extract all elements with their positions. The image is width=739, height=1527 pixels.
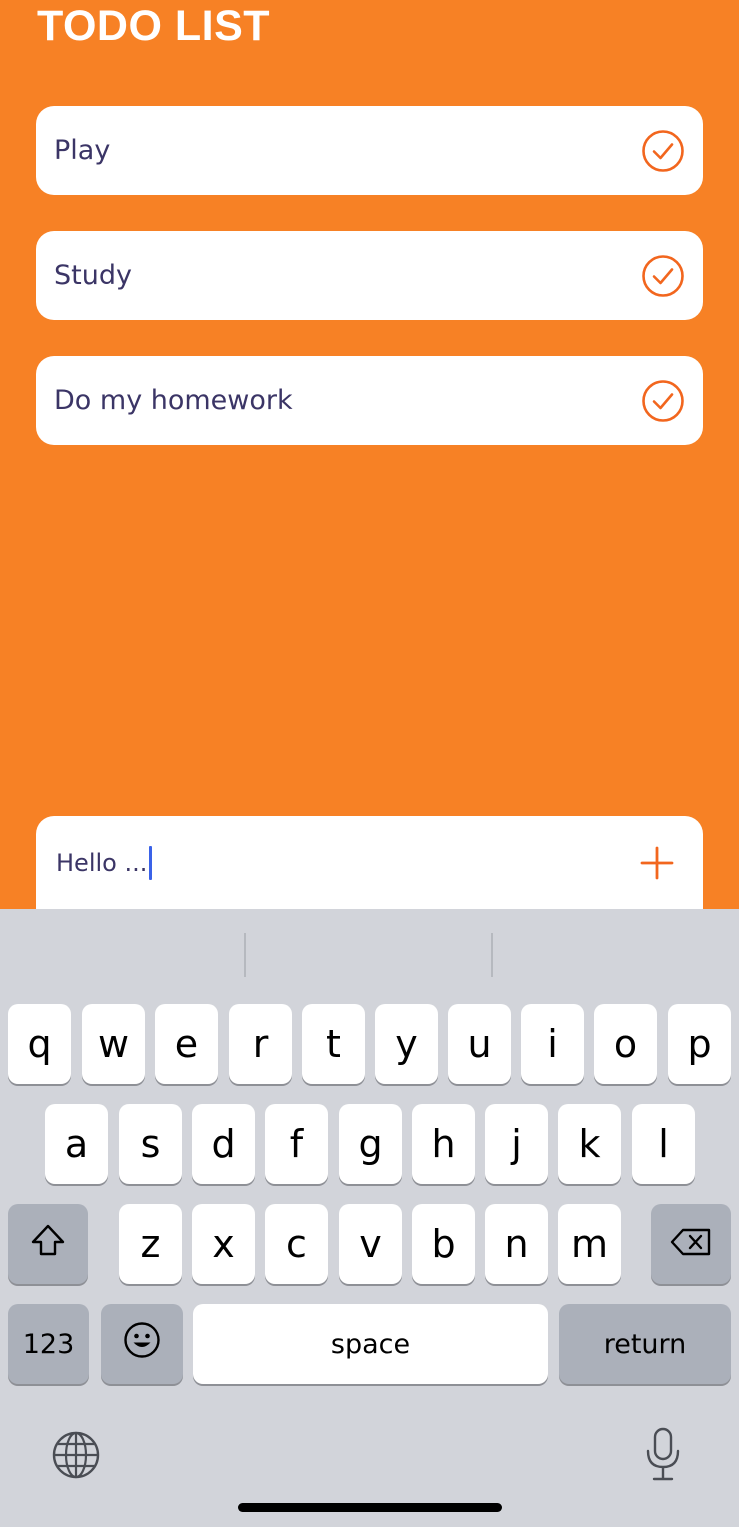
on-screen-keyboard: q w e r t y u i o p a s d f g h j k l z …: [0, 909, 739, 1527]
emoji-key[interactable]: [101, 1304, 183, 1384]
check-circle-icon[interactable]: [641, 254, 685, 298]
key-i[interactable]: i: [521, 1004, 584, 1084]
key-t[interactable]: t: [302, 1004, 365, 1084]
todo-text: Do my homework: [54, 385, 293, 416]
key-r[interactable]: r: [229, 1004, 292, 1084]
microphone-icon[interactable]: [644, 1427, 682, 1488]
key-u[interactable]: u: [448, 1004, 511, 1084]
key-m[interactable]: m: [558, 1204, 621, 1284]
todo-item[interactable]: Do my homework: [36, 356, 703, 445]
page-title: TODO LIST: [37, 2, 271, 50]
key-n[interactable]: n: [485, 1204, 548, 1284]
space-key[interactable]: space: [193, 1304, 548, 1384]
check-circle-icon[interactable]: [641, 379, 685, 423]
globe-icon[interactable]: [51, 1430, 101, 1485]
text-caret: [149, 846, 153, 880]
input-value: Hello ...: [56, 849, 148, 877]
key-p[interactable]: p: [668, 1004, 731, 1084]
todo-list: Play Study Do my homework: [36, 106, 703, 481]
key-c[interactable]: c: [265, 1204, 328, 1284]
key-e[interactable]: e: [155, 1004, 218, 1084]
new-todo-input[interactable]: Hello ...: [56, 843, 616, 883]
shift-icon: [30, 1222, 66, 1266]
suggestion-divider: [491, 933, 493, 977]
return-key[interactable]: return: [559, 1304, 731, 1384]
shift-key[interactable]: [8, 1204, 88, 1284]
key-o[interactable]: o: [594, 1004, 657, 1084]
key-a[interactable]: a: [45, 1104, 108, 1184]
key-y[interactable]: y: [375, 1004, 438, 1084]
key-z[interactable]: z: [119, 1204, 182, 1284]
check-circle-icon[interactable]: [641, 129, 685, 173]
app-screen: TODO LIST Play Study Do my homework Hell…: [0, 0, 739, 926]
todo-item[interactable]: Play: [36, 106, 703, 195]
todo-item[interactable]: Study: [36, 231, 703, 320]
key-l[interactable]: l: [632, 1104, 695, 1184]
key-f[interactable]: f: [265, 1104, 328, 1184]
key-x[interactable]: x: [192, 1204, 255, 1284]
suggestion-divider: [244, 933, 246, 977]
key-v[interactable]: v: [339, 1204, 402, 1284]
key-k[interactable]: k: [558, 1104, 621, 1184]
key-d[interactable]: d: [192, 1104, 255, 1184]
key-g[interactable]: g: [339, 1104, 402, 1184]
emoji-icon: [123, 1321, 161, 1368]
key-j[interactable]: j: [485, 1104, 548, 1184]
backspace-icon: [669, 1222, 713, 1266]
todo-text: Study: [54, 260, 132, 291]
numbers-key[interactable]: 123: [8, 1304, 89, 1384]
key-b[interactable]: b: [412, 1204, 475, 1284]
key-q[interactable]: q: [8, 1004, 71, 1084]
key-s[interactable]: s: [119, 1104, 182, 1184]
key-w[interactable]: w: [82, 1004, 145, 1084]
key-h[interactable]: h: [412, 1104, 475, 1184]
todo-text: Play: [54, 135, 111, 166]
home-indicator[interactable]: [238, 1503, 502, 1512]
plus-icon[interactable]: [637, 843, 677, 883]
backspace-key[interactable]: [651, 1204, 731, 1284]
